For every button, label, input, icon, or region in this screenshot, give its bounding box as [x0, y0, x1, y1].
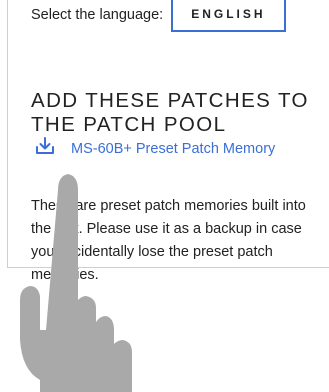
language-selector-row: Select the language: ENGLISH	[31, 0, 286, 32]
language-dropdown[interactable]: ENGLISH	[171, 0, 286, 32]
download-link[interactable]: MS-60B+ Preset Patch Memory	[35, 136, 275, 161]
description-text: These are preset patch memories built in…	[31, 198, 306, 283]
language-label: Select the language:	[31, 7, 164, 23]
section-heading: ADD THESE PATCHES TO THE PATCH POOL	[31, 89, 309, 136]
patch-pool-card: Select the language: ENGLISH ADD THESE P…	[7, 0, 329, 283]
download-link-text[interactable]: MS-60B+ Preset Patch Memory	[71, 141, 275, 157]
download-icon	[35, 136, 55, 161]
